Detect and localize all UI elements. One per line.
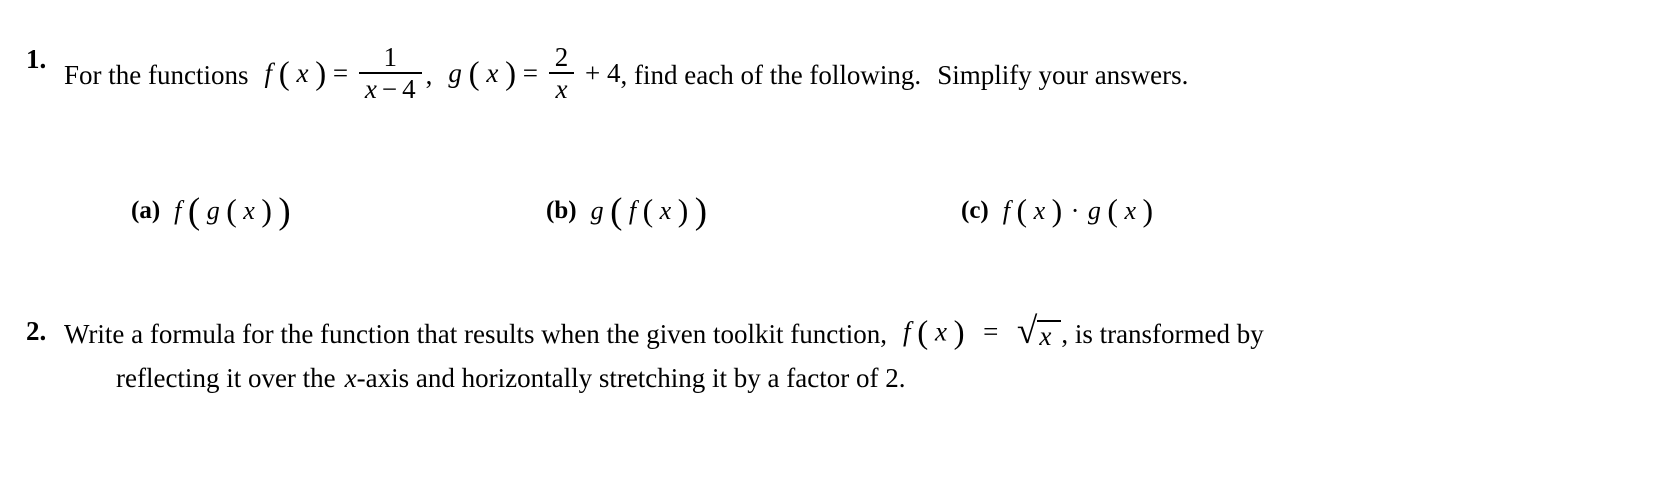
subpart-b-inner-function: f xyxy=(628,196,637,225)
subpart-a-label: (a) xyxy=(131,197,161,224)
function-g-argument: x xyxy=(486,58,499,89)
subpart-a-outer-function: f xyxy=(174,196,182,225)
toolkit-function-name: f xyxy=(902,316,911,347)
toolkit-function-definition: f ( x ) = √ x xyxy=(902,310,1062,352)
fraction-g: 2 x xyxy=(548,41,575,105)
plus-sign-g: + xyxy=(585,58,601,89)
close-paren-icon: ) xyxy=(953,315,965,351)
open-paren-icon: ( xyxy=(1107,193,1118,229)
problem-2-text-c: reflecting it over the xyxy=(116,363,336,393)
fraction-f: 1 x −4 xyxy=(358,41,422,104)
radicand: x xyxy=(1037,320,1062,350)
subpart-c-expression: f ( x ) · g ( x ) xyxy=(1002,193,1154,229)
multiplication-dot-icon: · xyxy=(1070,196,1080,225)
subpart-c-label: (c) xyxy=(961,197,989,224)
worksheet-page: 1. For the functions f ( x ) = 1 x−4 , xyxy=(0,0,1668,500)
subpart-b-variable: x xyxy=(659,196,672,225)
problem-1-simplify-text: Simplify your answers. xyxy=(937,60,1189,91)
problem-1-number: 1. xyxy=(26,44,47,74)
open-paren-icon: ( xyxy=(642,193,654,229)
open-paren-icon: ( xyxy=(917,315,929,351)
close-paren-icon: ) xyxy=(1051,193,1063,229)
subpart-b-outer-function: g xyxy=(590,196,604,225)
problem-1-intro-text: For the functions xyxy=(64,60,249,91)
close-paren-icon: ) xyxy=(261,193,272,229)
problem-1-statement: For the functions f ( x ) = 1 x −4 , g (… xyxy=(64,41,1189,106)
fraction-g-denominator: x xyxy=(555,74,568,105)
radical-sign-icon: √ xyxy=(1016,310,1038,352)
open-paren-icon: ( xyxy=(226,193,237,229)
close-paren-icon: ) xyxy=(315,56,327,93)
function-f-argument: x xyxy=(296,58,309,89)
problem-2: 2. Write a formula for the function that… xyxy=(26,310,1646,392)
open-paren-icon: ( xyxy=(610,189,623,231)
fraction-f-den-minus: − xyxy=(381,74,398,105)
problem-2-text-d: -axis and horizontally stretching it by … xyxy=(356,363,906,393)
close-paren-icon: ) xyxy=(694,189,708,231)
subpart-a-expression: f ( g ( x ) ) xyxy=(174,192,291,229)
problem-2-axis-variable: x xyxy=(344,363,357,393)
equals-sign-g: = xyxy=(522,58,539,89)
function-f-name: f xyxy=(264,58,272,89)
fraction-f-den-number: 4 xyxy=(402,74,416,105)
subpart-a-inner-function: g xyxy=(206,196,220,225)
open-paren-icon: ( xyxy=(468,56,480,93)
constant-g: 4 xyxy=(607,58,621,89)
equals-sign-toolkit: = xyxy=(983,316,999,347)
problem-2-line-1: Write a formula for the function that re… xyxy=(64,310,1264,352)
problem-1-subparts: (a) f ( g ( x ) ) (b) g ( f (x)) (c) … xyxy=(26,192,1626,256)
problem-1: 1. For the functions f ( x ) = 1 x−4 , xyxy=(26,41,1626,228)
problem-2-statement: Write a formula for the function that re… xyxy=(64,310,1264,392)
subpart-c-right-variable: x xyxy=(1124,196,1136,225)
subpart-b-label: (b) xyxy=(546,197,577,224)
subpart-b-expression: g ( f ( x ) ) xyxy=(590,192,708,229)
close-paren-icon: ) xyxy=(1142,193,1154,229)
problem-2-number: 2. xyxy=(26,316,47,346)
close-paren-icon: ) xyxy=(677,193,689,229)
fraction-f-den-variable: x xyxy=(364,74,377,105)
fraction-g-numerator: 2 xyxy=(554,41,569,72)
fraction-f-numerator: 1 xyxy=(383,41,398,72)
open-paren-icon: ( xyxy=(187,189,201,231)
equals-sign-f: = xyxy=(332,58,349,89)
function-g-name: g xyxy=(448,58,462,89)
problem-2-text-b: , is transformed by xyxy=(1061,319,1264,349)
problem-1-find-text: , find each of the following. xyxy=(620,60,922,91)
problem-2-line-2: reflecting it over the x -axis and horiz… xyxy=(64,365,1264,392)
open-paren-icon: ( xyxy=(278,56,290,93)
close-paren-icon: ) xyxy=(505,56,517,93)
subpart-c: (c) f ( x ) · g ( x ) xyxy=(961,193,1154,229)
close-paren-icon: ) xyxy=(278,189,291,231)
subpart-c-left-variable: x xyxy=(1033,196,1046,225)
open-paren-icon: ( xyxy=(1016,193,1028,229)
subpart-c-left-function: f xyxy=(1002,196,1010,225)
square-root-expression: √ x xyxy=(1016,310,1062,352)
subpart-b: (b) g ( f ( x ) ) xyxy=(546,192,708,229)
function-g-definition: g ( x ) = 2 x + 4 xyxy=(448,41,621,106)
toolkit-function-argument: x xyxy=(934,316,947,347)
function-f-definition: f ( x ) = 1 x −4 xyxy=(264,41,425,106)
fraction-f-denominator: x −4 xyxy=(359,74,422,103)
subpart-a: (a) f ( g ( x ) ) xyxy=(131,192,291,229)
subpart-c-right-function: g xyxy=(1087,196,1101,225)
separator-comma: , xyxy=(425,60,433,91)
problem-2-text-a: Write a formula for the function that re… xyxy=(64,319,887,349)
subpart-a-variable: x xyxy=(243,196,255,225)
